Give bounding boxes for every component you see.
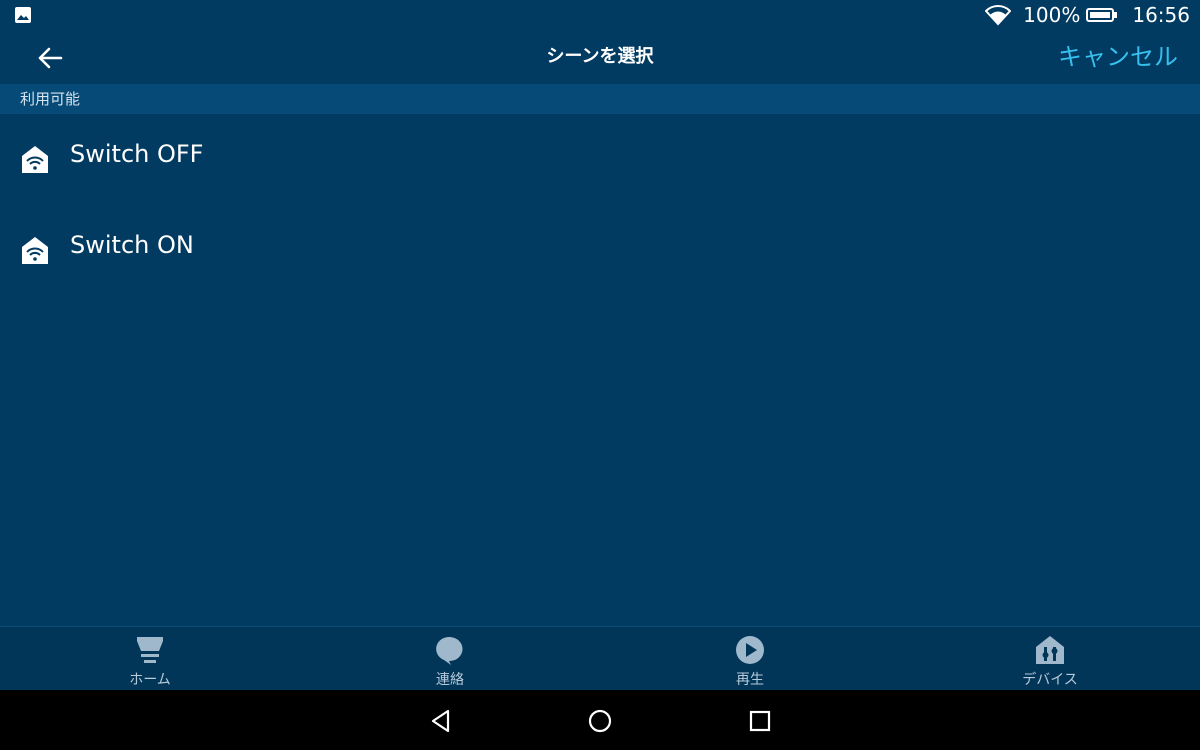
system-back-icon[interactable] bbox=[428, 708, 454, 734]
scene-item-switch-on[interactable]: Switch ON bbox=[0, 205, 1200, 296]
wifi-icon bbox=[985, 5, 1012, 26]
clock: 16:56 bbox=[1132, 3, 1190, 27]
play-icon bbox=[736, 636, 764, 664]
nav-label: デバイス bbox=[1022, 672, 1078, 688]
battery-icon bbox=[1086, 8, 1118, 22]
cancel-button[interactable]: キャンセル bbox=[1058, 30, 1178, 84]
scene-item-switch-off[interactable]: Switch OFF bbox=[0, 114, 1200, 205]
nav-play[interactable]: 再生 bbox=[690, 627, 810, 691]
scene-home-wifi-icon bbox=[22, 237, 48, 264]
app-root: 100% 16:56 シーンを選択 キャンセル 利用可能 Switch OFF … bbox=[0, 0, 1200, 750]
scene-home-wifi-icon bbox=[22, 146, 48, 173]
scene-label: Switch OFF bbox=[70, 140, 204, 168]
page-title: シーンを選択 bbox=[546, 46, 654, 67]
section-label-available: 利用可能 bbox=[20, 90, 81, 108]
home-icon bbox=[137, 637, 163, 663]
bottom-nav: ホーム 連絡 再生 デバイス bbox=[0, 626, 1200, 691]
system-nav-bar bbox=[0, 690, 1200, 750]
nav-label: 連絡 bbox=[436, 672, 464, 688]
scene-list: Switch OFF Switch ON bbox=[0, 114, 1200, 296]
nav-label: 再生 bbox=[736, 672, 764, 688]
devices-icon bbox=[1036, 636, 1064, 664]
back-arrow-icon bbox=[38, 47, 63, 69]
nav-communicate[interactable]: 連絡 bbox=[390, 627, 510, 691]
system-recents-icon[interactable] bbox=[747, 708, 773, 734]
section-header: 利用可能 bbox=[0, 84, 1200, 114]
back-button[interactable] bbox=[30, 42, 70, 74]
nav-home[interactable]: ホーム bbox=[90, 627, 210, 691]
battery-percent: 100% bbox=[1023, 3, 1081, 27]
status-right: 100% 16:56 bbox=[985, 0, 1190, 30]
image-notification-icon bbox=[15, 7, 31, 23]
nav-label: ホーム bbox=[129, 672, 171, 688]
scene-label: Switch ON bbox=[70, 231, 194, 259]
nav-devices[interactable]: デバイス bbox=[990, 627, 1110, 691]
system-home-icon[interactable] bbox=[587, 708, 613, 734]
top-app-bar: シーンを選択 キャンセル bbox=[0, 30, 1200, 84]
status-bar: 100% 16:56 bbox=[0, 0, 1200, 30]
chat-bubble-icon bbox=[436, 636, 463, 665]
